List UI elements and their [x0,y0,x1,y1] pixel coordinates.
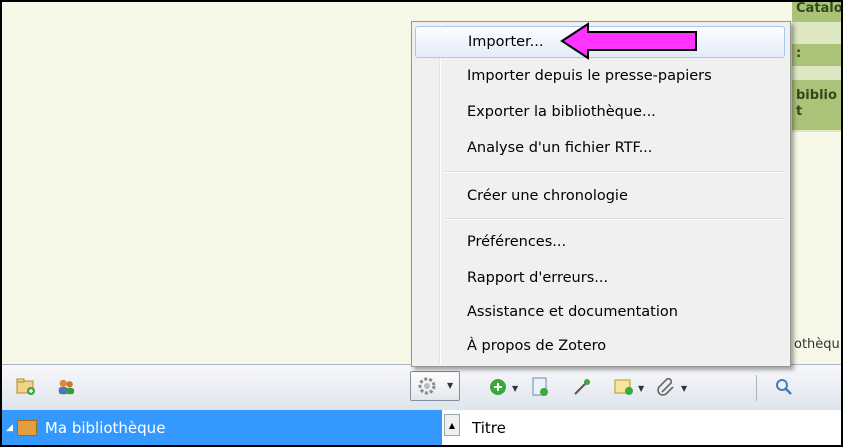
scrollbar-up-arrow[interactable]: ▲ [444,414,460,436]
pointer-arrow-icon [560,22,697,60]
column-header-title[interactable]: Titre [472,410,506,445]
toolbar: ▼ ▼ ▼ ▼ [2,364,841,411]
menu-item-support-docs[interactable]: Assistance et documentation [415,296,785,328]
add-note-dropdown-icon[interactable]: ▼ [638,384,644,393]
collapse-arrow-icon[interactable]: ◢ [6,423,13,433]
library-item-my-library[interactable]: ◢ Ma bibliothèque [2,410,442,445]
menu-item-about-zotero[interactable]: À propos de Zotero [415,330,785,362]
menu-separator [443,218,785,220]
attachment-icon[interactable] [656,377,676,397]
menu-item-create-timeline[interactable]: Créer une chronologie [415,180,785,212]
menu-item-rtf-scan[interactable]: Analyse d'un fichier RTF... [415,132,785,164]
new-item-dropdown-icon[interactable]: ▼ [512,384,518,393]
new-item-icon[interactable] [488,377,508,397]
green-label-1: Catalogue Crésus [792,2,841,22]
dropdown-arrow-icon: ▼ [447,381,454,390]
menu-item-export-library[interactable]: Exporter la bibliothèque... [415,96,785,128]
new-group-icon[interactable] [56,377,76,397]
column-title-label: Titre [472,418,506,437]
attachment-dropdown-icon[interactable]: ▼ [681,384,687,393]
menu-item-report-errors[interactable]: Rapport d'erreurs... [415,262,785,294]
new-collection-icon[interactable] [16,377,36,397]
panes-row: ◢ Ma bibliothèque ▲ Titre [2,410,841,445]
menu-item-import-clipboard[interactable]: Importer depuis le presse-papiers [415,60,785,92]
search-icon[interactable] [774,377,794,397]
gear-icon [417,376,437,396]
add-note-icon[interactable] [614,377,634,397]
partial-text: othèqu [794,337,840,352]
gear-dropdown-menu: Importer... Importer depuis le presse-pa… [411,21,791,367]
green-label-3: biblio t [792,80,841,130]
toolbar-separator [756,375,757,401]
menu-item-preferences[interactable]: Préférences... [415,226,785,258]
menu-separator [443,171,785,173]
library-label: Ma bibliothèque [44,418,166,437]
new-note-icon[interactable] [530,377,550,397]
magic-wand-icon[interactable] [572,377,592,397]
green-label-2: : [792,44,841,66]
library-folder-icon [16,419,37,436]
green-panel: Catalogue Crésus : biblio t [792,2,841,132]
gear-menu-button[interactable]: ▼ [410,371,460,401]
